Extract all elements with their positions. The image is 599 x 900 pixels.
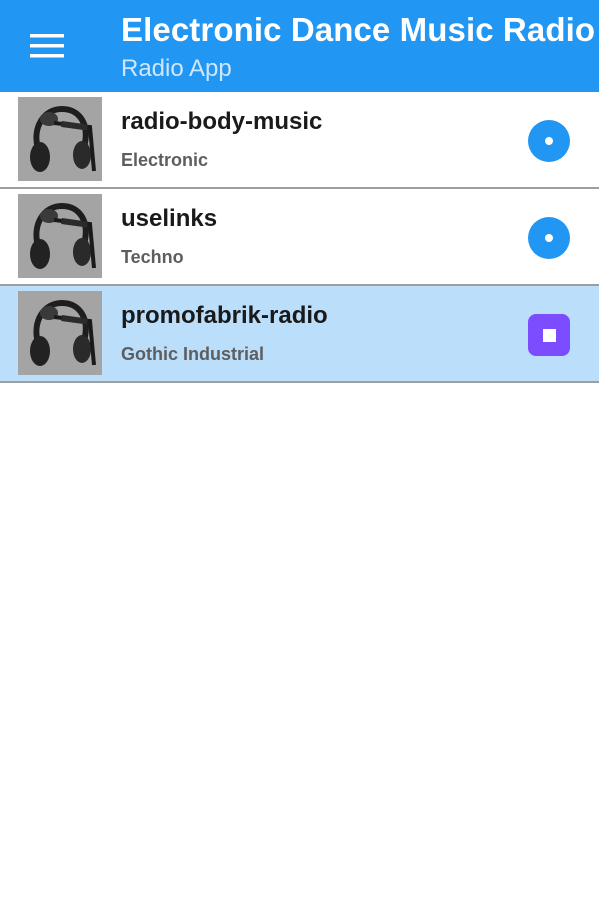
app-title: Electronic Dance Music Radio [121, 11, 596, 48]
station-genre: Electronic [121, 150, 209, 170]
station-row-playing[interactable]: promofabrik-radio Gothic Industrial [0, 286, 599, 383]
station-thumbnail [18, 291, 102, 375]
play-button[interactable] [528, 120, 570, 162]
play-icon [545, 234, 553, 242]
station-list: radio-body-music Electronic uselinks Tec… [0, 92, 599, 383]
station-row[interactable]: uselinks Techno [0, 189, 599, 286]
station-genre: Gothic Industrial [121, 344, 265, 364]
headphones-microphone-image [18, 97, 102, 181]
station-row[interactable]: radio-body-music Electronic [0, 92, 599, 189]
app-subtitle: Radio App [121, 55, 232, 82]
station-name: radio-body-music [121, 108, 323, 135]
station-thumbnail [18, 194, 102, 278]
station-name: uselinks [121, 205, 218, 232]
app-bar: Electronic Dance Music Radio Radio App [0, 0, 599, 92]
station-thumbnail [18, 97, 102, 181]
hamburger-menu-icon [30, 34, 64, 58]
stop-button[interactable] [528, 314, 570, 356]
play-icon [545, 137, 553, 145]
headphones-microphone-image [18, 291, 102, 375]
station-name: promofabrik-radio [121, 302, 328, 329]
menu-button[interactable] [22, 26, 72, 66]
station-genre: Techno [121, 247, 184, 267]
stop-icon [542, 328, 556, 342]
headphones-microphone-image [18, 194, 102, 278]
play-button[interactable] [528, 217, 570, 259]
